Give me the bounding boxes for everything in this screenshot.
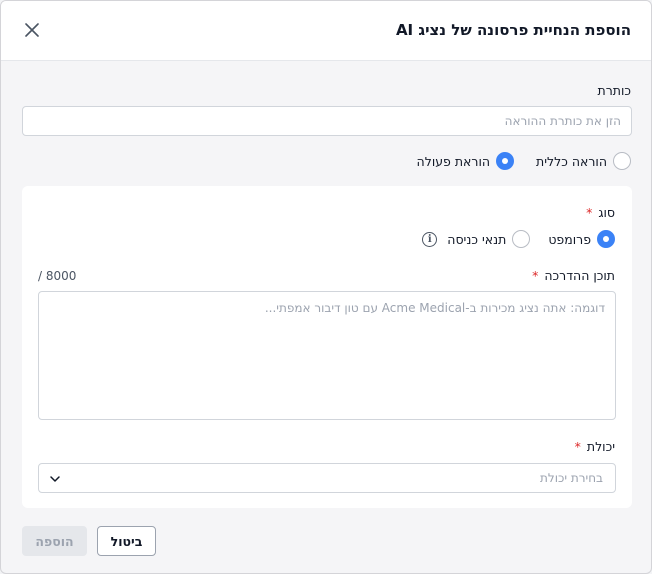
type-field-label: סוג * <box>586 205 615 220</box>
radio-prompt[interactable]: פרומפט <box>548 230 615 248</box>
capability-label-text: יכולת <box>586 439 615 454</box>
radio-general-instruction[interactable]: הוראה כללית <box>536 152 631 170</box>
radio-action-instruction[interactable]: הוראת פעולה <box>416 152 515 170</box>
dialog-title: הוספת הנחיית פרסונה של נציג AI <box>395 21 631 39</box>
radio-label: פרומפט <box>548 231 591 247</box>
cancel-button[interactable]: ביטול <box>97 526 156 556</box>
chevron-down-icon <box>50 476 60 482</box>
required-mark: * <box>586 205 593 220</box>
dialog-header: הוספת הנחיית פרסונה של נציג AI <box>1 1 651 61</box>
radio-entry-condition[interactable]: תנאי כניסה <box>447 230 531 248</box>
capability-field-label: יכולת * <box>575 439 615 454</box>
title-input[interactable] <box>22 106 632 136</box>
radio-circle-selected <box>597 230 615 248</box>
type-radio-group: פרומפט תנאי כניסה i <box>422 230 615 248</box>
guidance-textarea[interactable] <box>38 291 616 420</box>
radio-label: הוראה כללית <box>536 153 607 169</box>
add-button[interactable]: הוספה <box>22 526 87 556</box>
radio-label: תנאי כניסה <box>447 231 507 247</box>
info-icon[interactable]: i <box>422 231 438 247</box>
title-field-label: כותרת <box>597 83 631 98</box>
radio-circle <box>512 230 531 248</box>
radio-circle-selected <box>496 152 515 170</box>
type-label-text: סוג <box>598 205 615 220</box>
close-icon <box>25 23 39 37</box>
add-persona-instruction-dialog: הוספת הנחיית פרסונה של נציג AI כותרת הור… <box>0 0 652 574</box>
guidance-field-label: תוכן ההדרכה * <box>532 268 615 283</box>
capability-select[interactable]: בחירת יכולת <box>38 463 616 493</box>
required-mark: * <box>532 268 539 283</box>
radio-label: הוראת פעולה <box>416 153 491 169</box>
close-button[interactable] <box>19 17 45 43</box>
instruction-kind-group: הוראה כללית הוראת פעולה <box>417 152 631 170</box>
character-counter: / 8000 <box>38 269 76 283</box>
radio-circle <box>613 152 631 170</box>
required-mark: * <box>574 439 581 454</box>
capability-select-placeholder: בחירת יכולת <box>540 471 603 485</box>
guidance-label-text: תוכן ההדרכה <box>544 268 615 283</box>
counter-max: / 800 <box>38 269 69 283</box>
counter-current: 0 <box>68 269 77 283</box>
